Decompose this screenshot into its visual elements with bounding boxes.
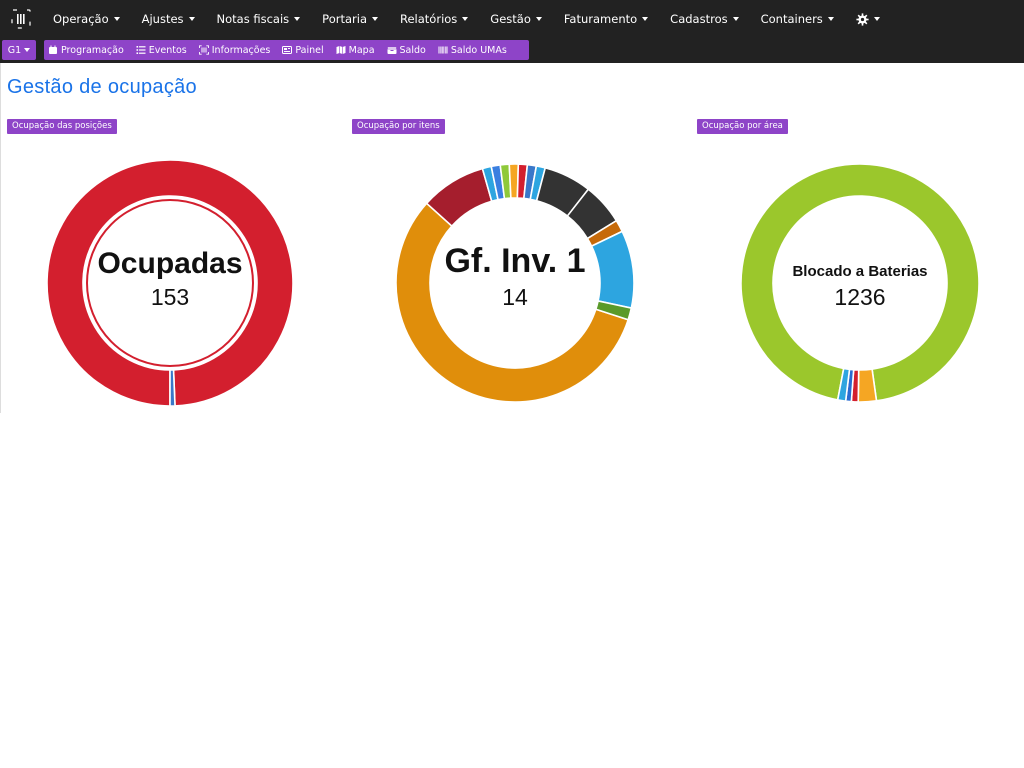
- donut-slice[interactable]: [46, 159, 294, 407]
- submenu-label: Mapa: [348, 44, 375, 56]
- box-icon: [386, 46, 397, 54]
- donut-slice[interactable]: [590, 230, 635, 310]
- donut-chart-area: Blocado a Baterias 1236: [730, 153, 990, 413]
- chevron-down-icon: [827, 17, 834, 21]
- center-label: Blocado a Baterias: [792, 263, 927, 280]
- page-title: Gestão de ocupação: [7, 76, 197, 98]
- settings-menu[interactable]: [845, 0, 891, 38]
- submenu-saldo-umas[interactable]: Saldo UMAs: [438, 45, 507, 56]
- menu-label: Portaria: [322, 12, 367, 26]
- menu-label: Ajustes: [141, 12, 184, 26]
- donut-slices: [740, 163, 980, 403]
- chevron-down-icon: [294, 17, 301, 21]
- chevron-down-icon: [642, 17, 649, 21]
- chart-badge-itens[interactable]: Ocupação por itens: [352, 119, 445, 134]
- menu-notas-fiscais[interactable]: Notas fiscais: [206, 0, 312, 38]
- menu-faturamento[interactable]: Faturamento: [553, 0, 659, 38]
- center-value: 153: [151, 284, 189, 310]
- donut-slices: [46, 159, 294, 407]
- barcode-icon: [438, 46, 448, 54]
- donut-svg: Gf. Inv. 1 14: [395, 163, 635, 403]
- calendar-icon: [49, 45, 57, 54]
- app-logo-icon[interactable]: [11, 9, 31, 29]
- submenu-informacoes[interactable]: Informações: [198, 44, 271, 56]
- donut-chart-itens: Gf. Inv. 1 14: [385, 153, 645, 413]
- chevron-down-icon: [24, 48, 31, 52]
- chevron-down-icon: [535, 17, 542, 21]
- donut-slices: [395, 163, 635, 403]
- chevron-down-icon: [188, 17, 195, 21]
- donut-svg: Ocupadas 153: [46, 159, 294, 407]
- gear-icon: [856, 12, 869, 26]
- submenu-label: Saldo: [399, 44, 426, 56]
- chart-badge-posicoes[interactable]: Ocupação das posições: [7, 119, 117, 134]
- menu-containers[interactable]: Containers: [750, 0, 845, 38]
- chevron-down-icon: [873, 17, 880, 21]
- donut-slice[interactable]: [169, 369, 176, 407]
- submenu-painel[interactable]: Painel: [282, 44, 324, 56]
- center-label: Ocupadas: [97, 247, 242, 280]
- list-icon: [136, 46, 146, 54]
- submenu-label: Programação: [61, 44, 124, 56]
- panel-icon: [282, 46, 293, 54]
- menu-label: Operação: [53, 12, 109, 26]
- submenu-label: Saldo UMAs: [450, 44, 507, 56]
- submenu-label: Painel: [295, 44, 324, 56]
- menu-label: Faturamento: [563, 12, 638, 26]
- content-border: [0, 63, 1, 413]
- chevron-down-icon: [113, 17, 120, 21]
- donut-svg: Blocado a Baterias 1236: [740, 163, 980, 403]
- barcode-icon: [198, 45, 209, 55]
- menu-label: Relatórios: [400, 12, 458, 26]
- submenu-programacao[interactable]: Programação: [48, 45, 124, 56]
- menu-portaria[interactable]: Portaria: [311, 0, 389, 38]
- map-icon: [336, 46, 346, 54]
- menu-gestao[interactable]: Gestão: [479, 0, 553, 38]
- center-label: Gf. Inv. 1: [444, 242, 585, 280]
- top-navbar: Operação Ajustes Notas fiscais Portaria …: [0, 0, 1024, 38]
- donut-chart-posicoes: Ocupadas 153: [40, 153, 300, 413]
- donut-inner-ring: [86, 199, 254, 367]
- menu-ajustes[interactable]: Ajustes: [131, 0, 206, 38]
- sub-navbar: G1 Programação Eventos Informações Paine…: [0, 38, 1024, 63]
- menu-operacao[interactable]: Operação: [42, 0, 131, 38]
- menu-label: Cadastros: [670, 12, 728, 26]
- menu-cadastros[interactable]: Cadastros: [659, 0, 749, 38]
- menu-label: Containers: [760, 12, 823, 26]
- chevron-down-icon: [372, 17, 378, 21]
- center-value: 14: [502, 284, 528, 310]
- submenu-eventos[interactable]: Eventos: [136, 45, 187, 56]
- chart-badge-area[interactable]: Ocupação por área: [697, 119, 788, 134]
- submenu-saldo[interactable]: Saldo: [386, 44, 426, 56]
- donut-slice[interactable]: [740, 163, 980, 402]
- submenu-label: Informações: [211, 44, 271, 56]
- center-value: 1236: [834, 284, 885, 310]
- chevron-down-icon: [462, 17, 469, 21]
- menu-label: Gestão: [490, 12, 531, 26]
- menu-relatorios[interactable]: Relatórios: [389, 0, 479, 38]
- chevron-down-icon: [732, 17, 739, 21]
- main-menu: Operação Ajustes Notas fiscais Portaria …: [42, 0, 891, 38]
- group-label: G1: [7, 44, 22, 56]
- group-selector[interactable]: G1: [2, 40, 36, 60]
- menu-label: Notas fiscais: [216, 12, 290, 26]
- submenu-mapa[interactable]: Mapa: [336, 45, 375, 56]
- sub-menu: Programação Eventos Informações Painel M…: [44, 40, 529, 60]
- submenu-label: Eventos: [148, 44, 187, 56]
